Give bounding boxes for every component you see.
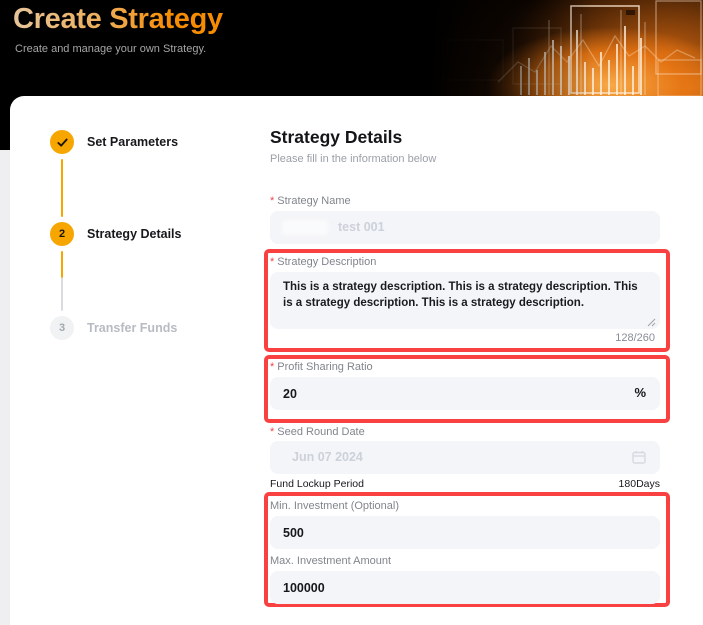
profit-sharing-ratio-wrap: % [270, 377, 660, 410]
create-strategy-card: Set Parameters 2 Strategy Details 3 Tran… [10, 96, 703, 625]
required-mark: * [270, 361, 274, 373]
profit-sharing-ratio-label: *Profit Sharing Ratio [270, 361, 373, 373]
page-subtitle: Create and manage your own Strategy. [15, 43, 206, 55]
fund-lockup-label: Fund Lockup Period [270, 478, 364, 490]
strategy-name-input [270, 211, 660, 244]
percent-suffix: % [634, 385, 646, 400]
step-connector-2 [61, 251, 63, 311]
step-3-label: Transfer Funds [87, 321, 177, 335]
calendar-icon [631, 449, 647, 465]
fund-lockup-row: Fund Lockup Period 180Days [270, 478, 660, 490]
max-investment-label: Max. Investment Amount [270, 555, 391, 567]
step-3-indicator: 3 [50, 316, 74, 340]
description-char-counter: 128/260 [270, 332, 655, 344]
strategy-name-label: *Strategy Name [270, 195, 351, 207]
seed-round-date-wrap: Jun 07 2024 [270, 441, 660, 474]
step-2-indicator: 2 [50, 222, 74, 246]
step-2-number: 2 [59, 228, 65, 240]
fund-lockup-value: 180Days [619, 478, 660, 490]
redacted-text-blur [282, 220, 328, 235]
max-investment-input[interactable] [270, 571, 660, 604]
strategy-name-field-wrap: test 001 [270, 211, 660, 244]
resize-handle-icon[interactable] [646, 317, 656, 327]
header-chart-artwork [413, 0, 703, 97]
artwork-fade-overlay [413, 0, 602, 97]
form-heading: Strategy Details [270, 127, 402, 148]
strategy-name-value: test 001 [338, 220, 385, 234]
step-connector-1 [61, 159, 63, 217]
required-mark: * [270, 195, 274, 207]
step-3-number: 3 [59, 322, 65, 334]
step-1-label: Set Parameters [87, 135, 178, 149]
required-mark: * [270, 426, 274, 438]
step-2-label: Strategy Details [87, 227, 181, 241]
step-1-indicator [50, 130, 74, 154]
strategy-description-textarea[interactable]: This is a strategy description. This is … [270, 272, 660, 329]
min-investment-input[interactable] [270, 516, 660, 549]
min-investment-label: Min. Investment (Optional) [270, 500, 399, 512]
seed-round-date-label: *Seed Round Date [270, 426, 365, 438]
form-subheading: Please fill in the information below [270, 153, 436, 165]
seed-round-date-value: Jun 07 2024 [292, 450, 363, 464]
required-mark: * [270, 256, 274, 268]
check-icon [56, 136, 69, 149]
page-title: Create Strategy [13, 3, 223, 36]
strategy-description-label: *Strategy Description [270, 256, 376, 268]
profit-sharing-ratio-input[interactable] [270, 377, 660, 410]
